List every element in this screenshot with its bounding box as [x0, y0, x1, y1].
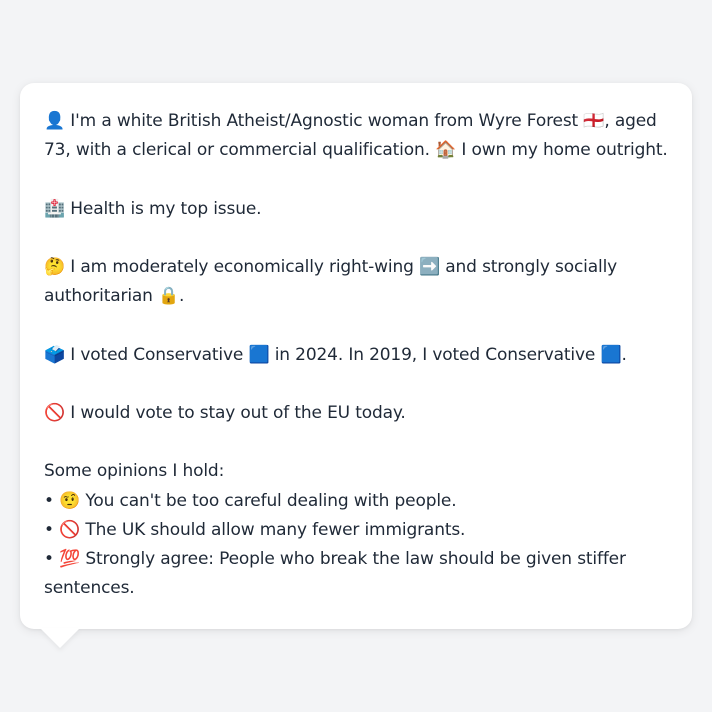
bio-line-1: 👤 I'm a white British Atheist/Agnostic w… — [44, 111, 657, 131]
opinion-item: • 🚫 The UK should allow many fewer immig… — [44, 519, 466, 540]
political-leaning-line-1: 🤔 I am moderately economically right-win… — [44, 256, 618, 277]
speech-bubble-tail — [40, 628, 80, 648]
opinion-item-continuation: sentences. — [44, 578, 135, 599]
top-issue: 🏥 Health is my top issue. — [44, 198, 262, 219]
bio-line-2: 73, with a clerical or commercial qualif… — [44, 140, 668, 161]
eu-stance: 🚫 I would vote to stay out of the EU tod… — [44, 402, 406, 423]
political-leaning-line-2: authoritarian 🔒. — [44, 286, 185, 307]
opinions-list: • 🤨 You can't be too careful dealing wit… — [44, 487, 668, 604]
opinions-heading: Some opinions I hold: — [44, 461, 225, 482]
opinion-item: • 🤨 You can't be too careful dealing wit… — [44, 490, 457, 511]
persona-card: 👤 I'm a white British Atheist/Agnostic w… — [20, 83, 692, 629]
voting-history: 🗳️ I voted Conservative 🟦 in 2024. In 20… — [44, 344, 627, 365]
opinion-item: • 💯 Strongly agree: People who break the… — [44, 548, 626, 569]
